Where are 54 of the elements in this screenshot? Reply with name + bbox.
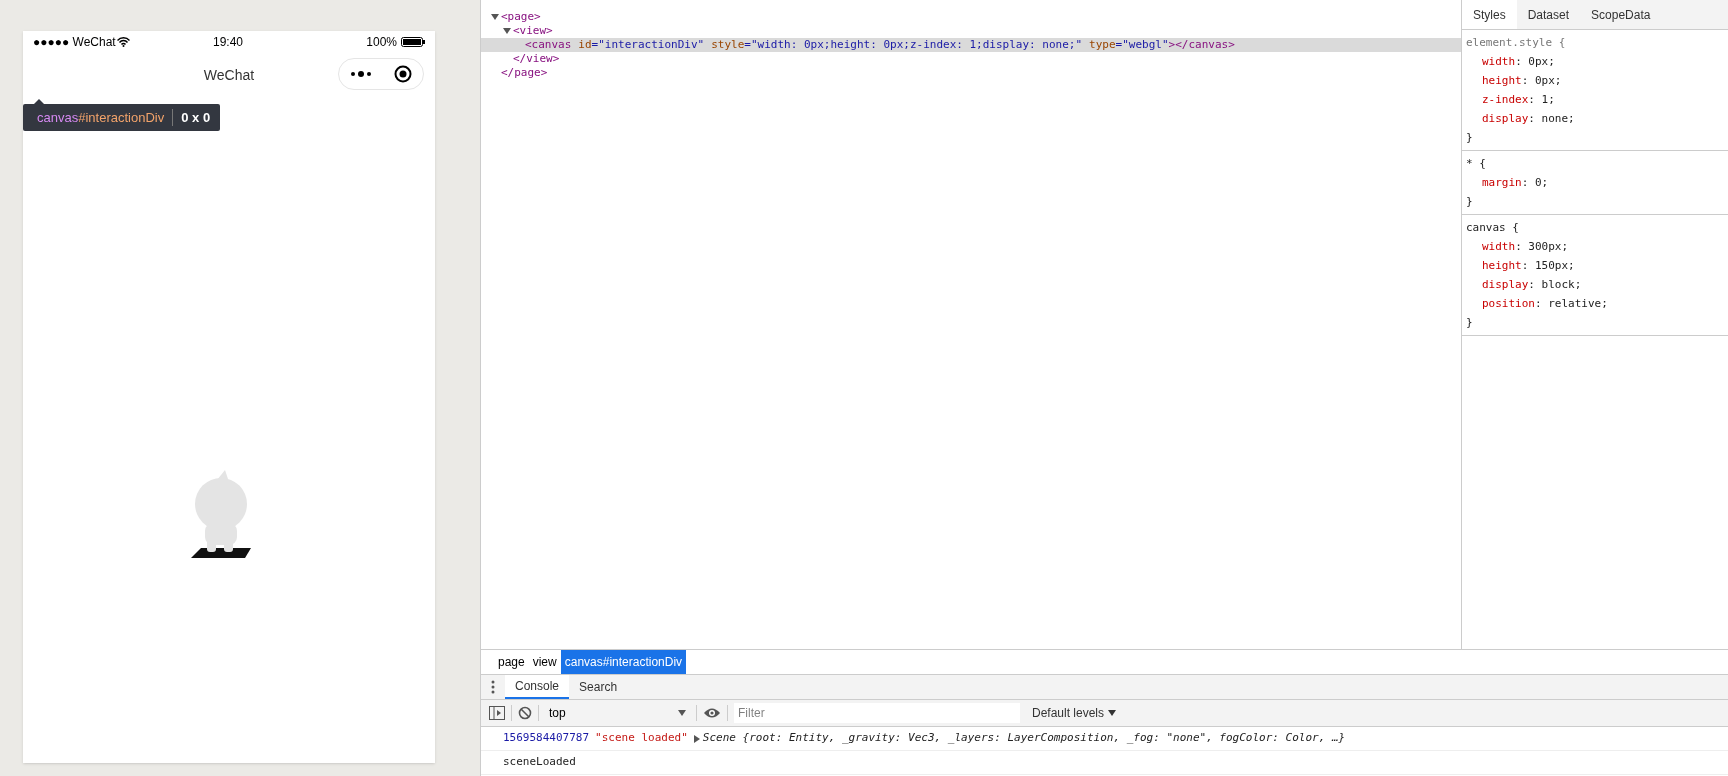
tree-row[interactable]: <canvas id="interactionDiv" style="width: 0px;height: 0px;z-index: 1;display: none;" type="webgl"></canvas> [481,38,1461,52]
status-time: 19:40 [213,34,243,51]
log-timestamp: 1569584407787 [503,730,590,747]
battery-icon [401,37,425,47]
close-target-icon[interactable] [394,65,412,83]
kebab-menu-icon[interactable] [491,680,495,694]
breadcrumb-item[interactable]: view [528,650,561,674]
styles-tab[interactable]: ScopeData [1580,0,1662,29]
css-brace: } [1466,130,1474,146]
css-selector: element.style { [1466,35,1567,51]
css-declaration: height: 0px; [1481,73,1563,89]
tree-row[interactable]: <view> [481,24,1461,38]
sidebar-toggle-icon[interactable] [489,706,505,720]
caret-icon[interactable] [678,710,686,716]
expand-triangle-icon[interactable] [693,734,700,743]
css-declaration: height: 150px; [1481,258,1576,274]
filter-field[interactable]: Filter [734,703,1020,723]
styles-tab[interactable]: Styles [1462,0,1517,29]
css-brace: } [1466,194,1474,210]
css-declaration: width: 0px; [1481,54,1556,70]
log-message: "scene loaded" [595,730,688,747]
levels-dropdown[interactable]: Default levels [1032,704,1117,722]
tree-row[interactable]: </page> [481,66,1461,80]
clear-console-icon[interactable] [518,706,532,720]
console-tab[interactable]: Search [569,675,628,699]
carrier-label: ●●●●● WeChat [33,34,116,51]
eye-icon[interactable] [703,707,721,719]
tree-row[interactable]: <page> [481,10,1461,24]
console-tab[interactable]: Console [505,675,570,699]
log-message: sceneLoaded [503,754,576,771]
disclosure-triangle-icon[interactable] [491,13,499,21]
css-brace: } [1466,315,1474,331]
breadcrumb-item[interactable]: page [494,650,529,674]
css-selector: * { [1466,156,1487,172]
css-declaration: width: 300px; [1481,239,1570,255]
selector-label: canvas#interactionDiv [37,108,165,127]
context-select[interactable]: top [545,704,690,722]
css-declaration: display: block; [1481,277,1583,293]
disclosure-triangle-icon[interactable] [503,27,511,35]
css-declaration: position: relative; [1481,296,1609,312]
caret-icon[interactable] [1108,710,1117,716]
more-icon[interactable] [350,70,372,78]
css-selector: canvas { [1466,220,1520,236]
nav-title: WeChat [203,66,255,85]
css-declaration: z-index: 1; [1481,92,1556,108]
wifi-icon [116,37,130,47]
styles-tab[interactable]: Dataset [1516,0,1581,29]
tree-row[interactable]: </view> [481,52,1461,66]
breadcrumb-item[interactable]: canvas#interactionDiv [560,650,687,674]
size-label: 0 x 0 [181,108,211,127]
css-declaration: margin: 0; [1481,175,1550,191]
log-object[interactable]: Scene {root: Entity, _gravity: Vec3, _layers: LayerComposition, _fog: "none", fogColor: Color, …} [702,730,1346,747]
battery-label: 100% [366,34,397,51]
css-declaration: display: none; [1481,111,1576,127]
